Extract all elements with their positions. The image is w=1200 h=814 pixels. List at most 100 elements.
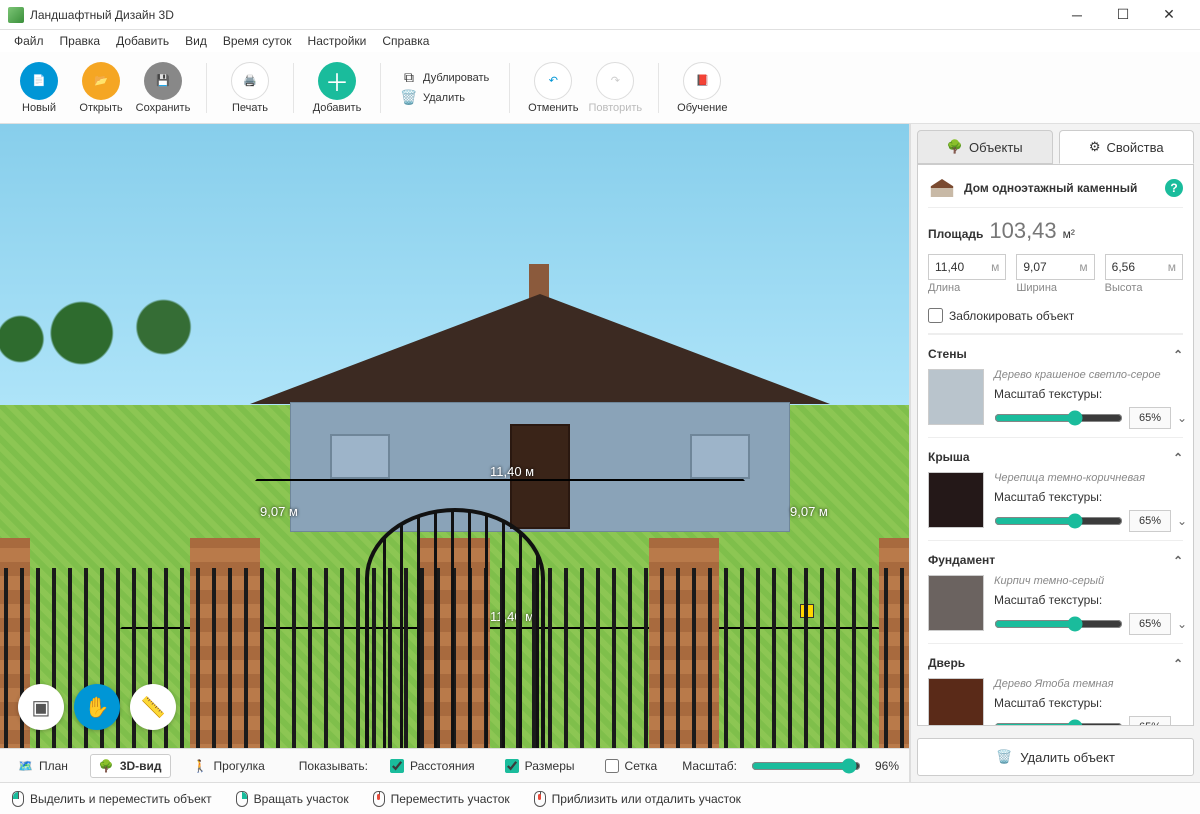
area-value: 103,43 — [989, 218, 1056, 244]
area-label: Площадь — [928, 227, 983, 241]
viewport-3d[interactable]: 11,40 м 9,07 м 9,07 м 11,40 м ▣ ✋ 📏 — [0, 124, 909, 748]
texture-swatch[interactable] — [928, 369, 984, 425]
scale-value: 96% — [875, 759, 899, 773]
width-input[interactable]: 9,07м — [1016, 254, 1094, 280]
scale-label: Масштаб текстуры: — [994, 593, 1187, 607]
section-title: Крыша — [928, 450, 970, 464]
helpbar: Выделить и переместить объект Вращать уч… — [0, 782, 1200, 814]
menu-add[interactable]: Добавить — [108, 34, 177, 48]
menu-settings[interactable]: Настройки — [300, 34, 375, 48]
maximize-button[interactable]: ☐ — [1100, 0, 1146, 30]
save-button[interactable]: 💾Сохранить — [134, 58, 192, 118]
close-button[interactable]: ✕ — [1146, 0, 1192, 30]
chevron-down-icon[interactable]: ⌄ — [1177, 411, 1187, 425]
titlebar: Ландшафтный Дизайн 3D ─ ☐ ✕ — [0, 0, 1200, 30]
help-button[interactable]: ? — [1165, 179, 1183, 197]
distances-toggle[interactable]: Расстояния — [382, 755, 483, 777]
show-label: Показывать: — [299, 759, 368, 773]
plus-icon: ＋ — [318, 62, 356, 100]
chevron-down-icon[interactable]: ⌄ — [1177, 720, 1187, 726]
minimize-button[interactable]: ─ — [1054, 0, 1100, 30]
mouse-middle-icon — [373, 791, 385, 807]
chevron-down-icon[interactable]: ⌄ — [1177, 514, 1187, 528]
open-button[interactable]: 📂Открыть — [72, 58, 130, 118]
add-button[interactable]: ＋Добавить — [308, 58, 366, 118]
hint-zoom: Приблизить или отдалить участок — [534, 791, 741, 807]
duplicate-button[interactable]: ⧉Дублировать — [401, 70, 489, 86]
texture-name: Дерево крашеное светло-серое — [994, 369, 1187, 381]
height-input[interactable]: 6,56м — [1105, 254, 1183, 280]
section-0: Стены⌄ Дерево крашеное светло-серое Масш… — [928, 334, 1183, 437]
walk-tab[interactable]: 🚶Прогулка — [185, 755, 273, 777]
viewport-tools: ▣ ✋ 📏 — [18, 684, 176, 730]
texture-name: Кирпич темно-серый — [994, 575, 1187, 587]
tab-properties[interactable]: ⚙Свойства — [1059, 130, 1195, 164]
learn-button[interactable]: 📕Обучение — [673, 58, 731, 118]
chevron-up-icon[interactable]: ⌄ — [1173, 553, 1183, 567]
sizes-toggle[interactable]: Размеры — [497, 755, 583, 777]
texture-swatch[interactable] — [928, 472, 984, 528]
texture-scale-slider[interactable] — [994, 513, 1123, 529]
hint-rotate: Вращать участок — [236, 791, 349, 807]
hint-pan: Переместить участок — [373, 791, 510, 807]
texture-swatch[interactable] — [928, 575, 984, 631]
dim-top: 11,40 м — [490, 464, 534, 479]
length-input[interactable]: 11,40м — [928, 254, 1006, 280]
scale-slider[interactable] — [751, 758, 861, 774]
trash-icon: 🗑️ — [996, 749, 1012, 765]
plan-tab[interactable]: 🗺️План — [10, 755, 76, 777]
3d-tab[interactable]: 🌳3D-вид — [90, 754, 171, 778]
folder-icon: 📂 — [82, 62, 120, 100]
menu-edit[interactable]: Правка — [52, 34, 109, 48]
texture-scale-slider[interactable] — [994, 410, 1123, 426]
duplicate-icon: ⧉ — [401, 70, 417, 86]
chevron-up-icon[interactable]: ⌄ — [1173, 656, 1183, 670]
mouse-scroll-icon — [534, 791, 546, 807]
lock-checkbox[interactable]: Заблокировать объект — [928, 302, 1183, 334]
tab-objects[interactable]: 🌳Объекты — [917, 130, 1053, 164]
texture-swatch[interactable] — [928, 678, 984, 726]
orbit-tool[interactable]: ▣ — [18, 684, 64, 730]
texture-scale-value[interactable]: 65% — [1129, 716, 1171, 726]
hand-tool[interactable]: ✋ — [74, 684, 120, 730]
house-icon — [928, 179, 956, 197]
grid-toggle[interactable]: Сетка — [597, 755, 666, 777]
texture-scale-slider[interactable] — [994, 616, 1123, 632]
menu-time[interactable]: Время суток — [215, 34, 300, 48]
texture-name: Черепица темно-коричневая — [994, 472, 1187, 484]
trash-icon: 🗑️ — [401, 90, 417, 106]
texture-name: Дерево Ятоба темная — [994, 678, 1187, 690]
tree-icon: 🌳 — [947, 139, 963, 155]
new-button[interactable]: 📄Новый — [10, 58, 68, 118]
chevron-up-icon[interactable]: ⌄ — [1173, 347, 1183, 361]
properties-panel: 🌳Объекты ⚙Свойства Дом одноэтажный камен… — [910, 124, 1200, 782]
walk-icon: 🚶 — [193, 759, 208, 773]
menu-view[interactable]: Вид — [177, 34, 215, 48]
object-name: Дом одноэтажный каменный — [964, 181, 1137, 195]
print-button[interactable]: 🖨️Печать — [221, 58, 279, 118]
texture-scale-value[interactable]: 65% — [1129, 510, 1171, 532]
undo-button[interactable]: ↶Отменить — [524, 58, 582, 118]
menubar: Файл Правка Добавить Вид Время суток Нас… — [0, 30, 1200, 52]
scale-label: Масштаб текстуры: — [994, 490, 1187, 504]
menu-file[interactable]: Файл — [6, 34, 52, 48]
scale-label: Масштаб текстуры: — [994, 387, 1187, 401]
texture-scale-value[interactable]: 65% — [1129, 613, 1171, 635]
section-2: Фундамент⌄ Кирпич темно-серый Масштаб те… — [928, 540, 1183, 643]
app-icon — [8, 7, 24, 23]
delete-button[interactable]: 🗑️Удалить — [401, 90, 489, 106]
chevron-up-icon[interactable]: ⌄ — [1173, 450, 1183, 464]
measure-tool[interactable]: 📏 — [130, 684, 176, 730]
chevron-down-icon[interactable]: ⌄ — [1177, 617, 1187, 631]
file-icon: 📄 — [20, 62, 58, 100]
texture-scale-value[interactable]: 65% — [1129, 407, 1171, 429]
delete-object-button[interactable]: 🗑️ Удалить объект — [917, 738, 1194, 776]
section-title: Дверь — [928, 656, 965, 670]
object-header: Дом одноэтажный каменный ? — [928, 173, 1183, 208]
print-icon: 🖨️ — [231, 62, 269, 100]
redo-button[interactable]: ↷Повторить — [586, 58, 644, 118]
texture-scale-slider[interactable] — [994, 719, 1123, 726]
undo-icon: ↶ — [534, 62, 572, 100]
book-icon: 📕 — [683, 62, 721, 100]
menu-help[interactable]: Справка — [374, 34, 437, 48]
